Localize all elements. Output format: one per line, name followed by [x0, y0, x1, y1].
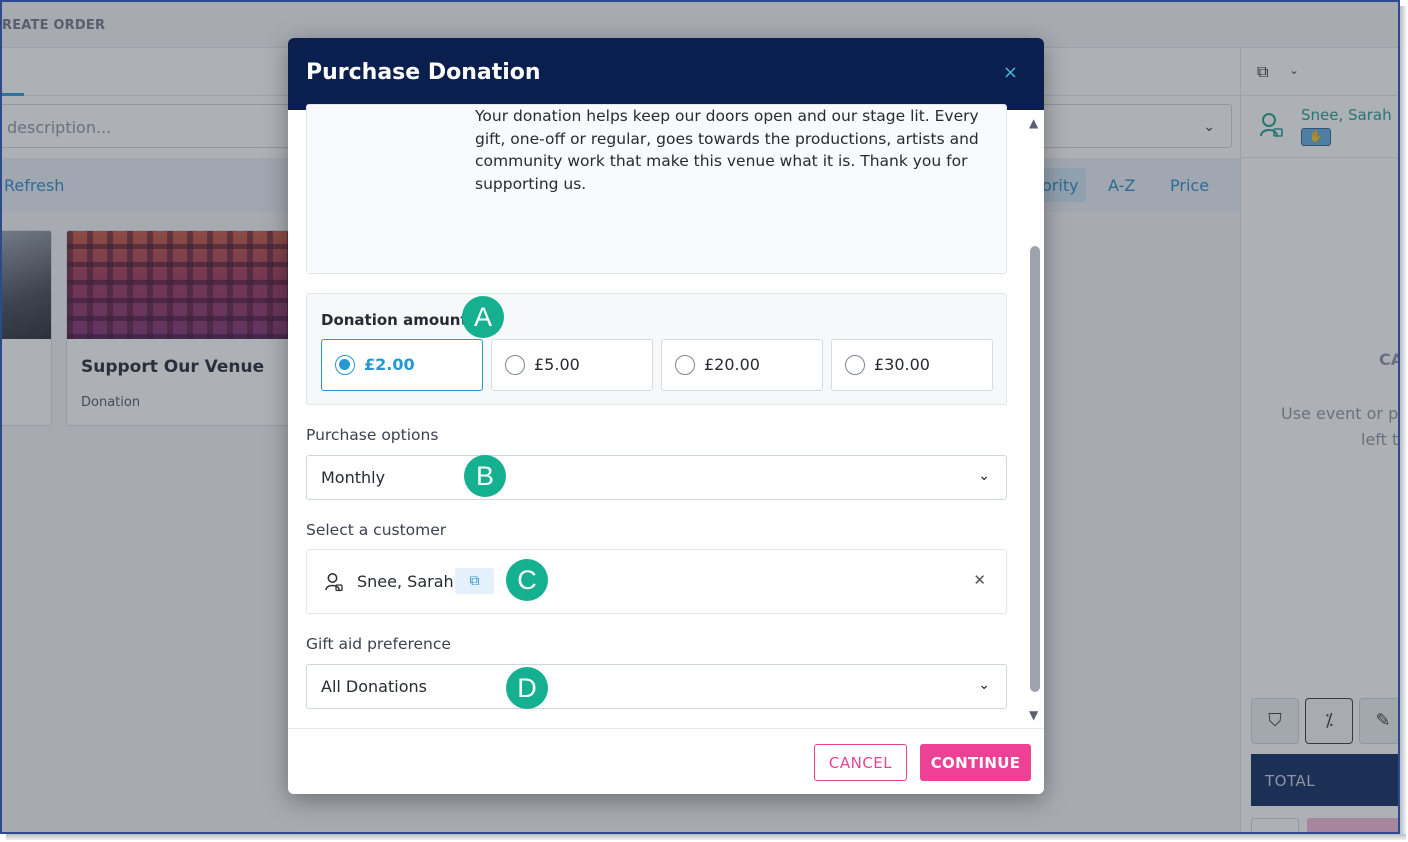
donation-description-panel: Your donation helps keep our doors open …: [306, 104, 1007, 274]
dialog-header: Purchase Donation ×: [288, 38, 1044, 110]
dialog-body: Your donation helps keep our doors open …: [288, 104, 1028, 728]
amount-option-20[interactable]: £20.00: [661, 339, 823, 391]
amount-option-label: £30.00: [874, 355, 930, 374]
callout-marker-d: D: [506, 667, 548, 709]
donation-amount-label: Donation amount*: [321, 311, 478, 329]
scroll-down-icon[interactable]: ▼: [1029, 708, 1038, 722]
amount-option-label: £2.00: [364, 355, 415, 374]
cancel-button[interactable]: CANCEL: [814, 744, 907, 781]
amount-option-5[interactable]: £5.00: [491, 339, 653, 391]
window-shadow: [1400, 6, 1406, 838]
radio-selected[interactable]: [335, 355, 355, 375]
purchase-options-label: Purchase options: [306, 426, 439, 444]
callout-marker-c: C: [506, 559, 548, 601]
purchase-donation-dialog: Purchase Donation × Your donation helps …: [288, 38, 1044, 794]
window-shadow: [6, 834, 1406, 840]
donation-description: Your donation helps keep our doors open …: [475, 107, 979, 193]
clear-customer-icon[interactable]: ✕: [973, 571, 986, 589]
chevron-down-icon: ⌄: [978, 468, 990, 484]
chevron-down-icon: ⌄: [978, 677, 990, 693]
gift-aid-value: All Donations: [321, 677, 427, 696]
scrollbar-thumb[interactable]: [1030, 246, 1040, 692]
customer-label: Select a customer: [306, 521, 447, 539]
amount-option-30[interactable]: £30.00: [831, 339, 993, 391]
donation-amount-group: Donation amount* £2.00 £5.00 £20.00 £30.…: [306, 293, 1007, 405]
amount-option-label: £20.00: [704, 355, 760, 374]
selected-customer: Snee, Sarah ⧉ ✕: [306, 549, 1007, 614]
radio-unselected[interactable]: [505, 355, 525, 375]
dialog-footer: CANCEL CONTINUE: [288, 728, 1044, 794]
callout-marker-a: A: [462, 296, 504, 338]
scroll-up-icon[interactable]: ▲: [1029, 116, 1038, 130]
callout-marker-b: B: [464, 455, 506, 497]
customer-name: Snee, Sarah: [357, 572, 454, 591]
purchase-options-value: Monthly: [321, 468, 386, 487]
gift-aid-label: Gift aid preference: [306, 635, 451, 653]
radio-unselected[interactable]: [675, 355, 695, 375]
purchase-options-select[interactable]: Monthly ⌄: [306, 455, 1007, 500]
user-icon: [325, 573, 343, 592]
radio-unselected[interactable]: [845, 355, 865, 375]
continue-button[interactable]: CONTINUE: [920, 744, 1031, 781]
amount-option-2[interactable]: £2.00: [321, 339, 483, 391]
amount-option-label: £5.00: [534, 355, 580, 374]
external-link-icon[interactable]: ⧉: [455, 568, 494, 594]
gift-aid-select[interactable]: All Donations ⌄: [306, 664, 1007, 709]
dialog-scrollbar[interactable]: ▲ ▼: [1028, 110, 1044, 728]
close-icon[interactable]: ×: [1003, 62, 1018, 83]
dialog-title: Purchase Donation: [306, 60, 541, 85]
